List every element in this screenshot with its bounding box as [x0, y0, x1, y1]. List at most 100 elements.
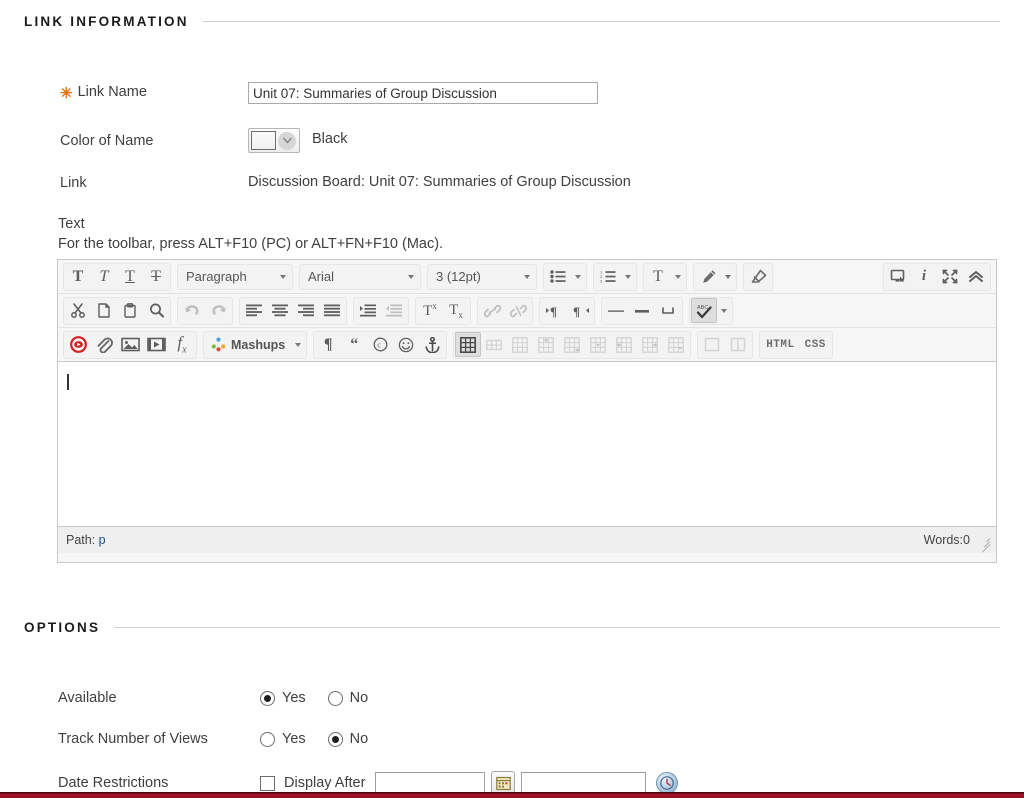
html-source-button[interactable]: HTML [761, 332, 799, 357]
table-cell-properties-icon[interactable] [507, 332, 533, 357]
track-views-yes-label: Yes [282, 731, 306, 747]
editor-path-value[interactable]: p [99, 533, 106, 547]
display-after-checkbox[interactable] [260, 775, 275, 791]
color-picker-button[interactable] [248, 128, 300, 153]
spellcheck-options-icon[interactable] [717, 298, 731, 323]
math-formula-icon[interactable]: fx [169, 332, 195, 357]
redo-icon[interactable] [205, 298, 231, 323]
history-group [177, 296, 233, 325]
table-row-properties-icon[interactable] [481, 332, 507, 357]
mashups-options-icon[interactable] [291, 332, 305, 357]
insert-row-before-icon[interactable] [533, 332, 559, 357]
paragraph-format-select[interactable]: Paragraph [177, 263, 293, 290]
available-no-radio[interactable] [327, 690, 343, 706]
font-size-select[interactable]: 3 (12pt) [427, 263, 537, 290]
chevron-down-icon [280, 274, 286, 279]
horizontal-rule-icon[interactable] [603, 298, 629, 323]
link-name-label-wrap: ✳ Link Name [60, 82, 248, 101]
fullscreen-icon[interactable] [937, 264, 963, 289]
spellcheck-group: ABC [689, 296, 733, 325]
preview-icon[interactable] [885, 264, 911, 289]
bulleted-list-options-icon[interactable] [571, 264, 585, 289]
available-yes-radio[interactable] [260, 690, 275, 706]
superscript-icon[interactable]: Tx [417, 298, 443, 323]
em-dash-icon[interactable] [629, 298, 655, 323]
remove-formatting-icon[interactable] [745, 264, 771, 289]
underline-icon[interactable]: T [117, 264, 143, 289]
paste-icon[interactable] [117, 298, 143, 323]
strikethrough-icon[interactable]: T [143, 264, 169, 289]
rtl-direction-icon[interactable]: ¶ [567, 298, 593, 323]
available-yes-option[interactable]: Yes [260, 690, 306, 706]
align-right-icon[interactable] [293, 298, 319, 323]
record-from-webcam-icon[interactable] [65, 332, 91, 357]
editor-resize-handle[interactable] [978, 534, 991, 553]
italic-icon[interactable]: T [91, 264, 117, 289]
align-left-icon[interactable] [241, 298, 267, 323]
insert-image-icon[interactable] [117, 332, 143, 357]
bottom-browser-strip [0, 792, 1024, 798]
media-group: fx [63, 330, 197, 359]
editor-path-label: Path: [66, 533, 96, 547]
text-format-group: T T T T [63, 262, 171, 291]
font-family-select[interactable]: Arial [299, 263, 421, 290]
numbered-list-options-icon[interactable] [621, 264, 635, 289]
time-picker-icon[interactable] [656, 772, 679, 794]
track-views-no-radio[interactable] [327, 731, 343, 747]
font-size-value: 3 (12pt) [436, 269, 481, 284]
copyright-symbol-icon[interactable]: c [367, 332, 393, 357]
align-center-icon[interactable] [267, 298, 293, 323]
bulleted-list-icon[interactable] [545, 264, 571, 289]
collapse-toolbar-icon[interactable] [963, 264, 989, 289]
display-after-date-input[interactable] [375, 772, 486, 794]
attach-file-icon[interactable] [91, 332, 117, 357]
css-source-button[interactable]: CSS [800, 332, 831, 357]
subscript-icon[interactable]: Tx [443, 298, 469, 323]
split-cells-icon[interactable] [725, 332, 751, 357]
display-after-time-input[interactable] [521, 772, 647, 794]
clipboard-group [63, 296, 171, 325]
cut-icon[interactable] [65, 298, 91, 323]
chevron-down-icon[interactable] [278, 131, 296, 150]
track-views-yes-radio[interactable] [260, 731, 275, 747]
track-views-no-option[interactable]: No [327, 731, 368, 747]
editor-content-area[interactable] [58, 362, 996, 527]
anchor-icon[interactable] [419, 332, 445, 357]
highlight-color-options-icon[interactable] [721, 264, 735, 289]
text-color-icon[interactable]: T [645, 264, 671, 289]
align-justify-icon[interactable] [319, 298, 345, 323]
insert-column-before-icon[interactable] [611, 332, 637, 357]
available-no-option[interactable]: No [327, 690, 368, 706]
insert-table-icon[interactable] [455, 332, 482, 357]
available-row: Available Yes No [58, 690, 390, 706]
mashups-button[interactable]: Mashups [205, 332, 291, 357]
highlight-color-icon[interactable] [695, 264, 721, 289]
decrease-indent-icon[interactable] [381, 298, 407, 323]
indent-group [353, 296, 409, 325]
link-label-wrap: Link [60, 174, 248, 192]
track-views-yes-option[interactable]: Yes [260, 731, 306, 747]
increase-indent-icon[interactable] [355, 298, 381, 323]
insert-link-icon[interactable] [479, 298, 505, 323]
emoticon-icon[interactable] [393, 332, 419, 357]
numbered-list-icon[interactable]: 1 2 3 [595, 264, 621, 289]
blockquote-icon[interactable]: “ [341, 332, 367, 357]
merge-cells-icon[interactable] [699, 332, 725, 357]
undo-icon[interactable] [179, 298, 205, 323]
ltr-direction-icon[interactable]: ¶ [541, 298, 567, 323]
insert-column-after-icon[interactable] [637, 332, 663, 357]
find-replace-icon[interactable] [143, 298, 169, 323]
bold-icon[interactable]: T [65, 264, 91, 289]
spellcheck-icon[interactable]: ABC [691, 298, 717, 323]
nonbreaking-space-icon[interactable] [655, 298, 681, 323]
delete-column-icon[interactable] [663, 332, 689, 357]
show-blocks-icon[interactable]: ¶ [315, 332, 341, 357]
remove-link-icon[interactable] [505, 298, 531, 323]
link-name-input[interactable] [248, 82, 598, 104]
delete-row-icon[interactable] [585, 332, 611, 357]
help-info-icon[interactable]: i [911, 264, 937, 289]
text-color-options-icon[interactable] [671, 264, 685, 289]
copy-icon[interactable] [91, 298, 117, 323]
insert-video-icon[interactable] [143, 332, 169, 357]
insert-row-after-icon[interactable] [559, 332, 585, 357]
